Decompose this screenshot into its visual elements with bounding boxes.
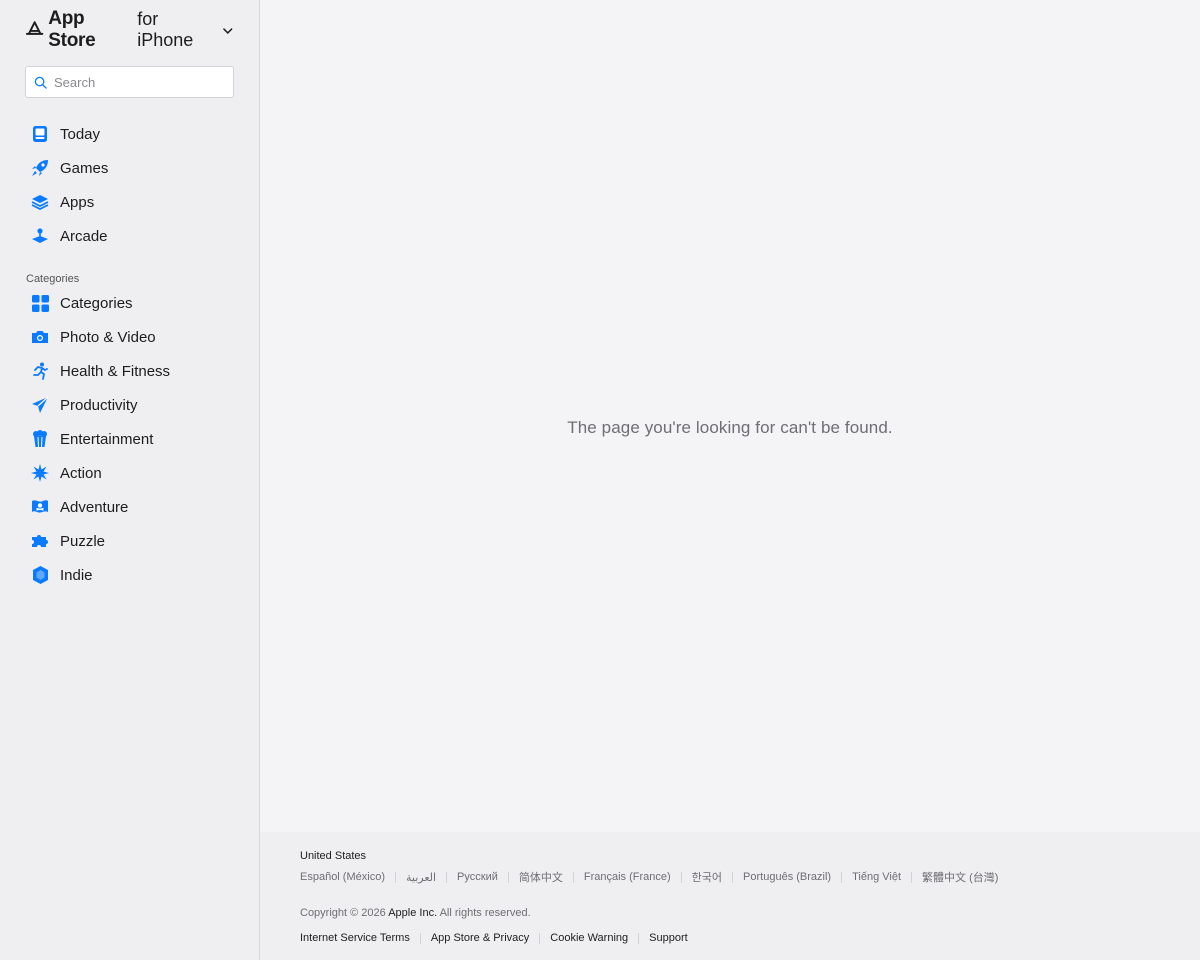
legal-link-internet-service-terms[interactable]: Internet Service Terms (300, 932, 410, 944)
app-store-logo-icon (25, 21, 44, 35)
sidebar-item-categories[interactable]: Categories (25, 286, 234, 320)
grid-icon (31, 294, 49, 312)
divider (419, 932, 421, 944)
sidebar-item-action[interactable]: Action (25, 456, 234, 490)
language-link[interactable]: 繁體中文 (台灣) (922, 869, 998, 885)
sidebar-item-label: Indie (60, 566, 93, 584)
divider (539, 932, 541, 944)
paper-plane-icon (31, 396, 49, 414)
search-icon (34, 76, 47, 89)
sidebar-item-indie[interactable]: Indie (25, 558, 234, 592)
divider (911, 871, 913, 883)
divider (394, 871, 396, 883)
categories-nav: Categories Photo & Video Health & Fitnes… (25, 286, 234, 592)
sidebar-item-photo-video[interactable]: Photo & Video (25, 320, 234, 354)
puzzle-icon (31, 532, 49, 550)
language-link[interactable]: Tiếng Việt (852, 871, 901, 883)
categories-section-title: Categories (26, 273, 80, 285)
sidebar-item-productivity[interactable]: Productivity (25, 388, 234, 422)
today-icon (31, 125, 49, 143)
divider (841, 871, 843, 883)
sidebar-item-label: Action (60, 464, 102, 482)
divider (680, 871, 682, 883)
brand-header[interactable]: App Store for iPhone (25, 0, 234, 60)
sidebar-item-adventure[interactable]: Adventure (25, 490, 234, 524)
sidebar: App Store for iPhone Today (0, 0, 260, 960)
nav-item-games[interactable]: Games (25, 151, 234, 185)
sidebar-item-label: Adventure (60, 498, 129, 516)
sidebar-item-entertainment[interactable]: Entertainment (25, 422, 234, 456)
sidebar-item-puzzle[interactable]: Puzzle (25, 524, 234, 558)
divider (572, 871, 574, 883)
nav-label: Apps (60, 193, 95, 211)
sidebar-item-label: Puzzle (60, 532, 106, 550)
nav-label: Arcade (60, 227, 108, 245)
sidebar-item-label: Productivity (60, 396, 138, 414)
sidebar-item-label: Categories (60, 294, 133, 312)
legal-link-cookie-warning[interactable]: Cookie Warning (550, 932, 628, 944)
main-content: The page you're looking for can't be fou… (260, 0, 1200, 960)
language-link[interactable]: Русский (457, 871, 498, 883)
copyright-prefix: Copyright © 2026 (300, 907, 386, 919)
nav-label: Today (60, 125, 101, 143)
divider (638, 932, 640, 944)
nav-item-apps[interactable]: Apps (25, 185, 234, 219)
search-input[interactable] (54, 74, 204, 90)
nav-item-today[interactable]: Today (25, 117, 234, 151)
sidebar-item-label: Photo & Video (60, 328, 156, 346)
not-found-message: The page you're looking for can't be fou… (567, 418, 893, 437)
language-link[interactable]: Français (France) (584, 871, 671, 883)
brand-name: App Store (48, 8, 96, 51)
language-link[interactable]: Português (Brazil) (743, 871, 831, 883)
divider (732, 871, 734, 883)
brand-platform: for iPhone (137, 9, 194, 50)
search-box[interactable] (25, 66, 234, 98)
sidebar-item-label: Health & Fitness (60, 362, 171, 380)
copyright: Copyright © 2026 Apple Inc. All rights r… (300, 907, 1160, 919)
divider (446, 871, 448, 883)
sidebar-item-health-fitness[interactable]: Health & Fitness (25, 354, 234, 388)
sidebar-item-label: Entertainment (60, 430, 154, 448)
apple-link[interactable]: Apple Inc. (388, 907, 437, 919)
burst-icon (31, 464, 49, 482)
legal-links: Internet Service Terms App Store & Priva… (300, 932, 1160, 944)
main-nav: Today Games Apps Arcade (25, 117, 234, 253)
divider (507, 871, 509, 883)
camera-icon (31, 328, 49, 346)
runner-icon (31, 362, 49, 380)
chevron-down-icon (223, 28, 233, 34)
language-link[interactable]: 简体中文 (519, 869, 563, 885)
legal-link-support[interactable]: Support (649, 932, 688, 944)
layers-icon (31, 193, 49, 211)
language-link[interactable]: العربية (406, 871, 436, 884)
app-root: App Store for iPhone Today (0, 0, 1200, 960)
language-link[interactable]: Español (México) (300, 871, 385, 883)
gem-icon (31, 566, 49, 584)
joystick-icon (31, 227, 49, 245)
language-link[interactable]: 한국어 (692, 869, 722, 885)
rocket-icon (31, 159, 49, 177)
footer-country[interactable]: United States (300, 850, 1160, 862)
popcorn-icon (31, 430, 49, 448)
copyright-rights: All rights reserved. (439, 907, 531, 919)
pirate-flag-icon (31, 498, 49, 516)
nav-label: Games (60, 159, 109, 177)
language-list: Español (México) العربية Русский 简体中文 Fr… (300, 869, 1160, 885)
legal-link-app-store-privacy[interactable]: App Store & Privacy (431, 932, 529, 944)
footer: United States Español (México) العربية Р… (260, 832, 1200, 960)
nav-item-arcade[interactable]: Arcade (25, 219, 234, 253)
